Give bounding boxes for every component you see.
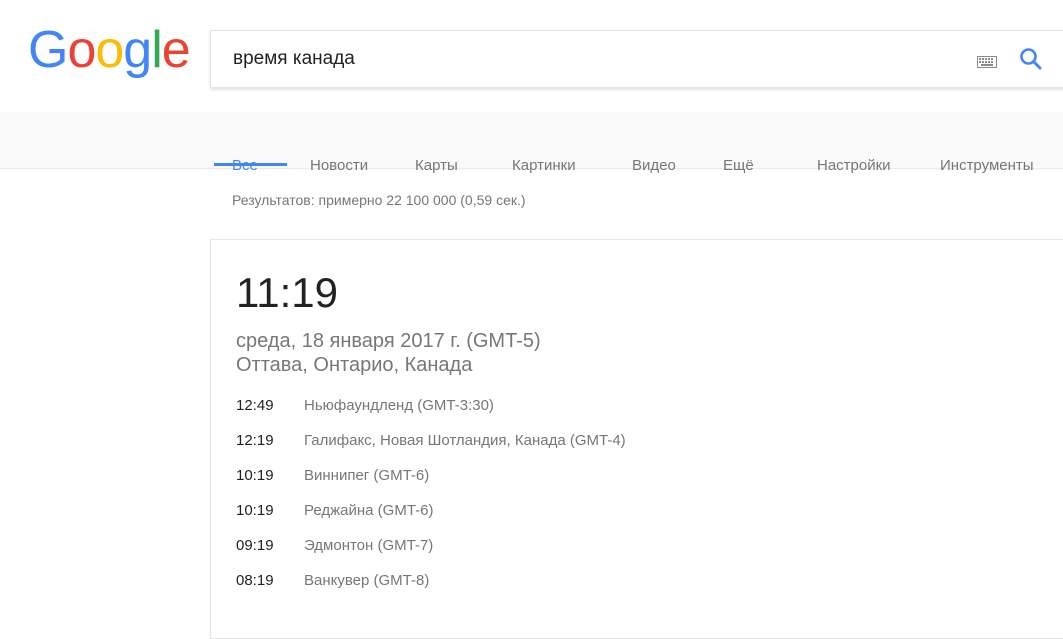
zone-time: 09:19: [236, 537, 274, 554]
current-location: Оттава, Онтарио, Канада: [236, 354, 473, 376]
zone-time: 12:49: [236, 397, 274, 414]
zone-place: Реджайна (GMT-6): [304, 502, 434, 519]
zone-place: Галифакс, Новая Шотландия, Канада (GMT-4…: [304, 432, 626, 449]
logo-letter: e: [161, 21, 191, 79]
tab-settings[interactable]: Настройки: [817, 157, 891, 174]
tab-video[interactable]: Видео: [632, 157, 676, 174]
search-input[interactable]: [233, 48, 833, 70]
zone-time: 08:19: [236, 572, 274, 589]
active-tab-indicator: [214, 163, 287, 166]
current-date: среда, 18 января 2017 г. (GMT-5): [236, 330, 541, 352]
current-time: 11:19: [236, 269, 338, 316]
zone-time: 10:19: [236, 502, 274, 519]
search-icon[interactable]: [1018, 46, 1044, 77]
tab-tools[interactable]: Инструменты: [940, 157, 1034, 174]
zone-time: 10:19: [236, 467, 274, 484]
logo-letter: G: [28, 21, 68, 79]
tab-news[interactable]: Новости: [310, 157, 368, 174]
zone-time: 12:19: [236, 432, 274, 449]
zone-place: Эдмонтон (GMT-7): [304, 537, 434, 554]
tab-maps[interactable]: Карты: [415, 157, 458, 174]
zone-place: Виннипег (GMT-6): [304, 467, 430, 484]
search-box[interactable]: [210, 30, 1063, 88]
logo-letter: o: [67, 21, 96, 79]
tab-images[interactable]: Картинки: [512, 157, 576, 174]
logo-letter: o: [95, 21, 124, 79]
result-stats: Результатов: примерно 22 100 000 (0,59 с…: [232, 192, 526, 208]
logo-letter: g: [123, 21, 152, 79]
keyboard-icon[interactable]: [977, 55, 997, 73]
tab-more[interactable]: Ещё: [723, 157, 754, 174]
google-logo[interactable]: Google: [28, 20, 191, 80]
logo-letter: l: [151, 21, 163, 79]
zone-place: Ванкувер (GMT-8): [304, 572, 430, 589]
zone-place: Ньюфаундленд (GMT-3:30): [304, 397, 494, 414]
